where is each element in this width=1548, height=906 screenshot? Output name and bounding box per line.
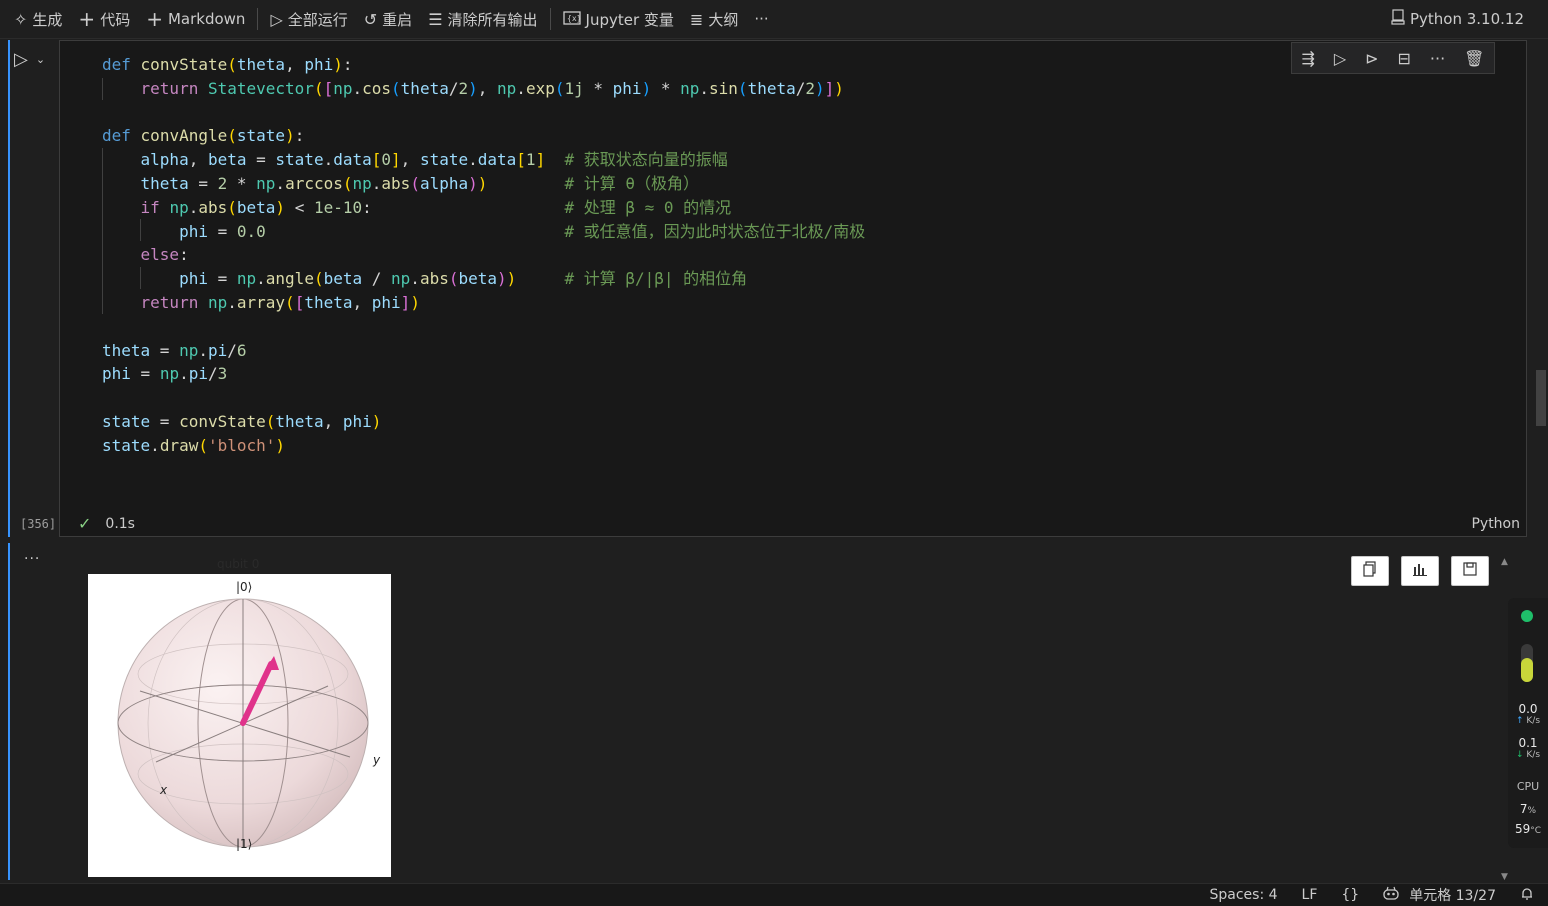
save-icon xyxy=(1463,562,1477,580)
copy-output-button[interactable] xyxy=(1351,556,1389,586)
plus-icon: + xyxy=(78,7,96,31)
run-cell-icon[interactable]: ▷ xyxy=(14,49,28,70)
label-zero: |0⟩ xyxy=(236,580,252,594)
cpu-label: CPU xyxy=(1516,780,1540,793)
scroll-down-icon[interactable]: ▼ xyxy=(1501,872,1508,882)
restart-label: 重启 xyxy=(382,10,413,29)
code-editor[interactable]: def convState(theta, phi): return Statev… xyxy=(102,53,865,458)
outline-button[interactable]: ≣ 大纲 xyxy=(682,0,746,38)
bloch-sphere-plot: |0⟩ |1⟩ x y xyxy=(88,574,391,877)
notebook-toolbar: ✧ 生成 + 代码 + Markdown ▷ 全部运行 ↺ 重启 ☰ 清除所有输… xyxy=(0,0,1548,39)
upload-value: 0.0 xyxy=(1518,702,1538,716)
execute-below-icon[interactable]: ⊳ xyxy=(1365,49,1378,68)
add-code-button[interactable]: + 代码 xyxy=(70,0,138,38)
upload-unit: K/s xyxy=(1526,716,1541,726)
cell-focus-indicator xyxy=(8,40,10,537)
cpu-usage: 7% xyxy=(1508,802,1548,816)
outline-label: 大纲 xyxy=(708,10,739,29)
label-one: |1⟩ xyxy=(236,837,252,851)
kernel-label: Python 3.10.12 xyxy=(1409,10,1524,28)
status-indicators xyxy=(1521,610,1533,682)
cell-run-controls: ▷ ⌄ xyxy=(14,46,54,72)
generate-label: 生成 xyxy=(32,10,63,29)
cell-position-status[interactable]: 单元格 13/27 xyxy=(1409,885,1496,905)
bar-chart-icon xyxy=(1412,562,1428,580)
plot-title: qubit 0 xyxy=(217,557,260,571)
variables-icon: {x} xyxy=(562,10,581,29)
trash-icon[interactable]: 🗑 xyxy=(1464,49,1484,68)
eol-status[interactable]: LF xyxy=(1302,887,1318,903)
output-more-button[interactable]: ··· xyxy=(24,551,40,567)
cpu-temperature: 59°C xyxy=(1508,822,1548,836)
scroll-up-icon[interactable]: ▲ xyxy=(1501,557,1508,567)
scrollbar-thumb[interactable] xyxy=(1536,370,1546,426)
clear-outputs-button[interactable]: ☰ 清除所有输出 xyxy=(420,0,545,38)
bloch-sphere-svg: |0⟩ |1⟩ x y xyxy=(117,580,381,851)
cell-language[interactable]: Python xyxy=(1471,516,1520,532)
temp-value: 59 xyxy=(1514,822,1531,836)
restart-button[interactable]: ↺ 重启 xyxy=(356,0,420,38)
restart-icon: ↺ xyxy=(363,9,378,29)
sparkle-icon: ✧ xyxy=(14,9,28,29)
cell-toolbar: ⇶ ▷ ⊳ ⊟ ··· 🗑 xyxy=(1291,42,1495,74)
cell-status: ✓ 0.1s xyxy=(78,514,135,533)
execution-time: 0.1s xyxy=(105,515,135,532)
play-icon: ▷ xyxy=(270,9,283,29)
svg-text:{x}: {x} xyxy=(567,14,581,23)
save-output-button[interactable] xyxy=(1451,556,1489,586)
temp-unit: °C xyxy=(1530,826,1542,836)
cpu-unit: % xyxy=(1527,806,1537,816)
execute-cell-and-below-icon[interactable]: ▷ xyxy=(1334,49,1346,68)
download-value: 0.1 xyxy=(1518,736,1538,750)
server-icon xyxy=(1391,9,1405,29)
clear-all-icon: ☰ xyxy=(428,9,443,29)
output-focus-indicator xyxy=(8,543,10,880)
cpu-value: 7 xyxy=(1519,802,1528,816)
copy-icon xyxy=(1363,561,1377,581)
upload-speed: 0.0 xyxy=(1508,702,1548,716)
execution-count: [356] xyxy=(20,517,57,531)
more-actions-button[interactable]: ··· xyxy=(746,0,776,38)
clear-outputs-label: 清除所有输出 xyxy=(447,10,538,29)
open-in-plot-viewer-button[interactable] xyxy=(1401,556,1439,586)
run-all-button[interactable]: ▷ 全部运行 xyxy=(262,0,355,38)
arrow-down-icon: ↓ xyxy=(1515,750,1524,760)
chevron-down-icon[interactable]: ⌄ xyxy=(36,53,45,66)
braces-status[interactable]: {} xyxy=(1341,887,1359,903)
run-all-label: 全部运行 xyxy=(287,10,348,29)
toolbar-divider xyxy=(549,8,551,30)
arrow-up-icon: ↑ xyxy=(1515,716,1524,726)
upload-unit-row: ↑ K/s xyxy=(1508,716,1548,726)
add-markdown-button[interactable]: + Markdown xyxy=(138,0,253,38)
download-unit: K/s xyxy=(1526,750,1541,760)
add-markdown-label: Markdown xyxy=(167,10,246,28)
kernel-picker[interactable]: Python 3.10.12 xyxy=(1383,0,1532,38)
label-y: y xyxy=(372,753,381,767)
download-unit-row: ↓ K/s xyxy=(1508,750,1548,760)
toolbar-divider xyxy=(257,8,259,30)
list-icon: ≣ xyxy=(689,9,704,29)
copilot-icon[interactable] xyxy=(1383,886,1399,904)
add-code-label: 代码 xyxy=(100,10,131,29)
bell-icon[interactable] xyxy=(1520,886,1534,905)
status-dot xyxy=(1521,610,1533,622)
system-monitor-widget: 0.0 ↑ K/s 0.1 ↓ K/s CPU 7% 59°C xyxy=(1508,598,1548,848)
status-bar: Spaces: 4 LF {} 单元格 13/27 xyxy=(0,883,1548,906)
more-label: ··· xyxy=(754,10,769,28)
split-cell-icon[interactable]: ⊟ xyxy=(1398,49,1411,68)
indentation-status[interactable]: Spaces: 4 xyxy=(1209,887,1277,903)
label-x: x xyxy=(159,783,168,797)
output-actions xyxy=(1351,556,1489,586)
memory-gauge-fill xyxy=(1521,658,1533,682)
plus-icon: + xyxy=(146,7,163,31)
more-icon[interactable]: ··· xyxy=(1430,49,1445,68)
execute-above-icon[interactable]: ⇶ xyxy=(1301,49,1314,68)
jupyter-variables-button[interactable]: {x} Jupyter 变量 xyxy=(555,0,682,38)
download-speed: 0.1 xyxy=(1508,736,1548,750)
success-check-icon: ✓ xyxy=(78,514,92,533)
jupyter-variables-label: Jupyter 变量 xyxy=(585,10,674,29)
generate-button[interactable]: ✧ 生成 xyxy=(0,0,70,38)
